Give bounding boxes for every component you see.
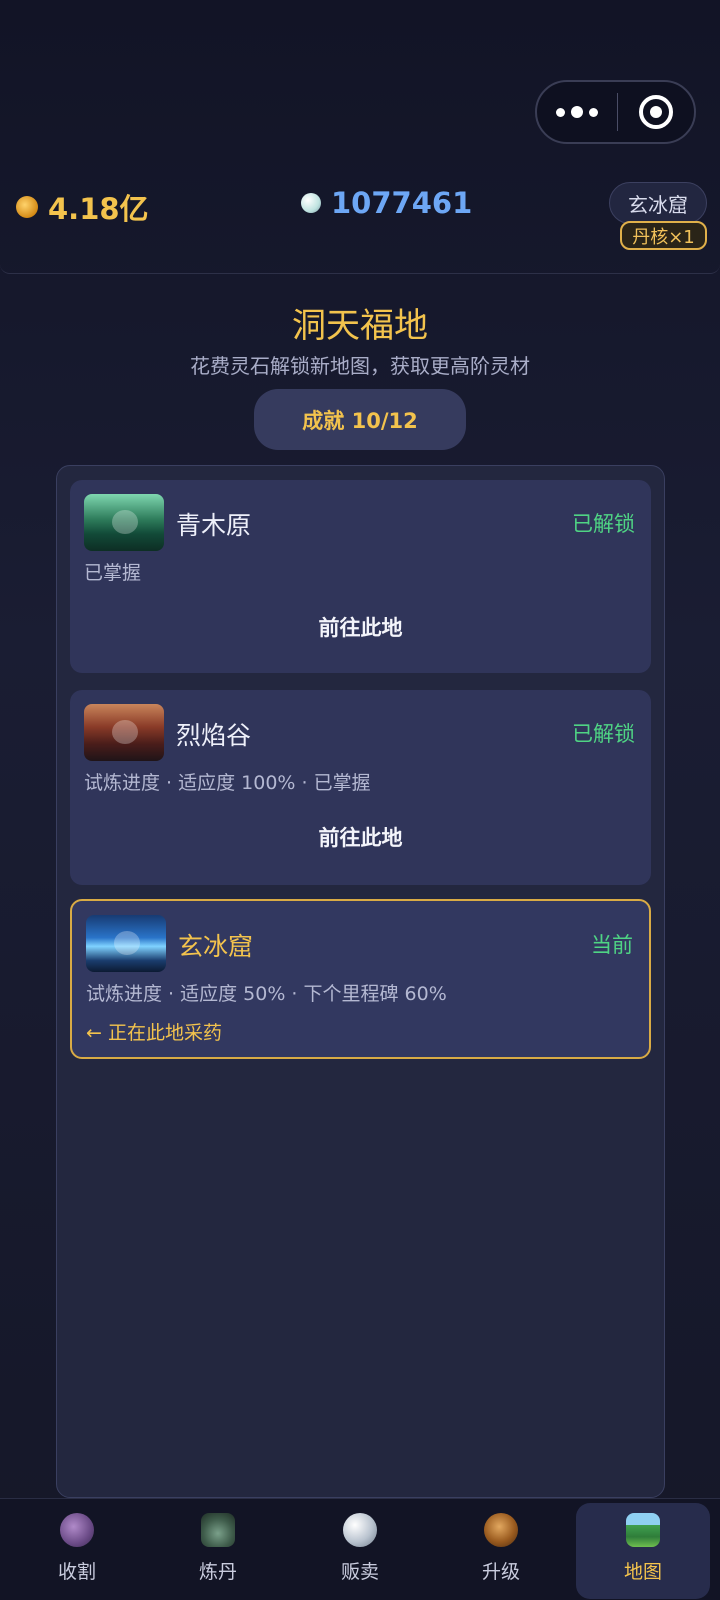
current-location-chip[interactable]: 玄冰窟 (609, 182, 707, 224)
tab-label: 收割 (57, 1561, 96, 1583)
unlock-status: 已解锁 (572, 512, 635, 536)
spirit-stone-icon (16, 196, 38, 218)
resource-bar: 4.18亿 1077461 玄冰窟 丹核×1 (0, 166, 720, 274)
map-name: 烈焰谷 (176, 721, 252, 750)
harvest-icon (60, 1513, 94, 1547)
pearl-counter: 1077461 (301, 186, 472, 220)
spirit-stone-counter: 4.18亿 (16, 186, 149, 228)
close-program-icon[interactable] (618, 82, 694, 142)
tab-upgrade[interactable]: 升级 (434, 1503, 568, 1599)
map-card-xuanbingku[interactable]: 玄冰窟 当前 试炼进度 · 适应度 50% · 下个里程碑 60% ← 正在此地… (70, 899, 651, 1059)
map-name: 玄冰窟 (178, 932, 254, 961)
pearl-amount: 1077461 (331, 186, 473, 220)
tab-label: 炼丹 (198, 1561, 237, 1583)
map-card-qingmuyuan: 青木原 已解锁 已掌握 前往此地 (70, 480, 651, 673)
more-menu-icon[interactable] (537, 82, 617, 142)
unlock-status: 已解锁 (572, 722, 635, 746)
map-progress-text: 试炼进度 · 适应度 50% · 下个里程碑 60% (86, 983, 447, 1005)
tab-sell[interactable]: 贩卖 (293, 1503, 427, 1599)
go-to-map-button[interactable]: 前往此地 (70, 822, 651, 852)
current-status: 当前 (591, 933, 633, 957)
tab-label: 升级 (481, 1561, 520, 1583)
spirit-stone-amount: 4.18亿 (48, 192, 149, 226)
upgrade-icon (484, 1513, 518, 1547)
pearl-icon (301, 193, 321, 213)
map-name: 青木原 (176, 511, 252, 540)
tab-harvest[interactable]: 收割 (10, 1503, 144, 1599)
forest-map-icon (84, 494, 164, 551)
core-badge: 丹核×1 (620, 221, 707, 250)
page-subtitle: 花费灵石解锁新地图，获取更高阶灵材 (190, 354, 530, 378)
map-screen: 4.18亿 1077461 玄冰窟 丹核×1 洞天福地 花费灵石解锁新地图，获取… (0, 0, 720, 1600)
ice-cave-map-icon (86, 915, 166, 972)
tab-label: 贩卖 (340, 1561, 379, 1583)
map-icon (626, 1513, 660, 1547)
alchemy-icon (201, 1513, 235, 1547)
bottom-tab-bar: 收割 炼丹 贩卖 升级 地图 (0, 1498, 720, 1600)
tab-map[interactable]: 地图 (576, 1503, 710, 1599)
map-progress-text: 试炼进度 · 适应度 100% · 已掌握 (84, 772, 371, 794)
fire-valley-map-icon (84, 704, 164, 761)
harvesting-here-label: ← 正在此地采药 (86, 1022, 222, 1044)
tab-alchemy[interactable]: 炼丹 (151, 1503, 285, 1599)
page-title: 洞天福地 (292, 306, 428, 346)
map-progress-text: 已掌握 (84, 562, 142, 584)
sell-icon (343, 1513, 377, 1547)
tab-label: 地图 (623, 1561, 662, 1583)
go-to-map-button[interactable]: 前往此地 (70, 612, 651, 642)
achievement-button[interactable]: 成就 10/12 (254, 389, 466, 450)
map-card-lieyangu: 烈焰谷 已解锁 试炼进度 · 适应度 100% · 已掌握 前往此地 (70, 690, 651, 885)
mini-program-capsule (535, 80, 696, 144)
